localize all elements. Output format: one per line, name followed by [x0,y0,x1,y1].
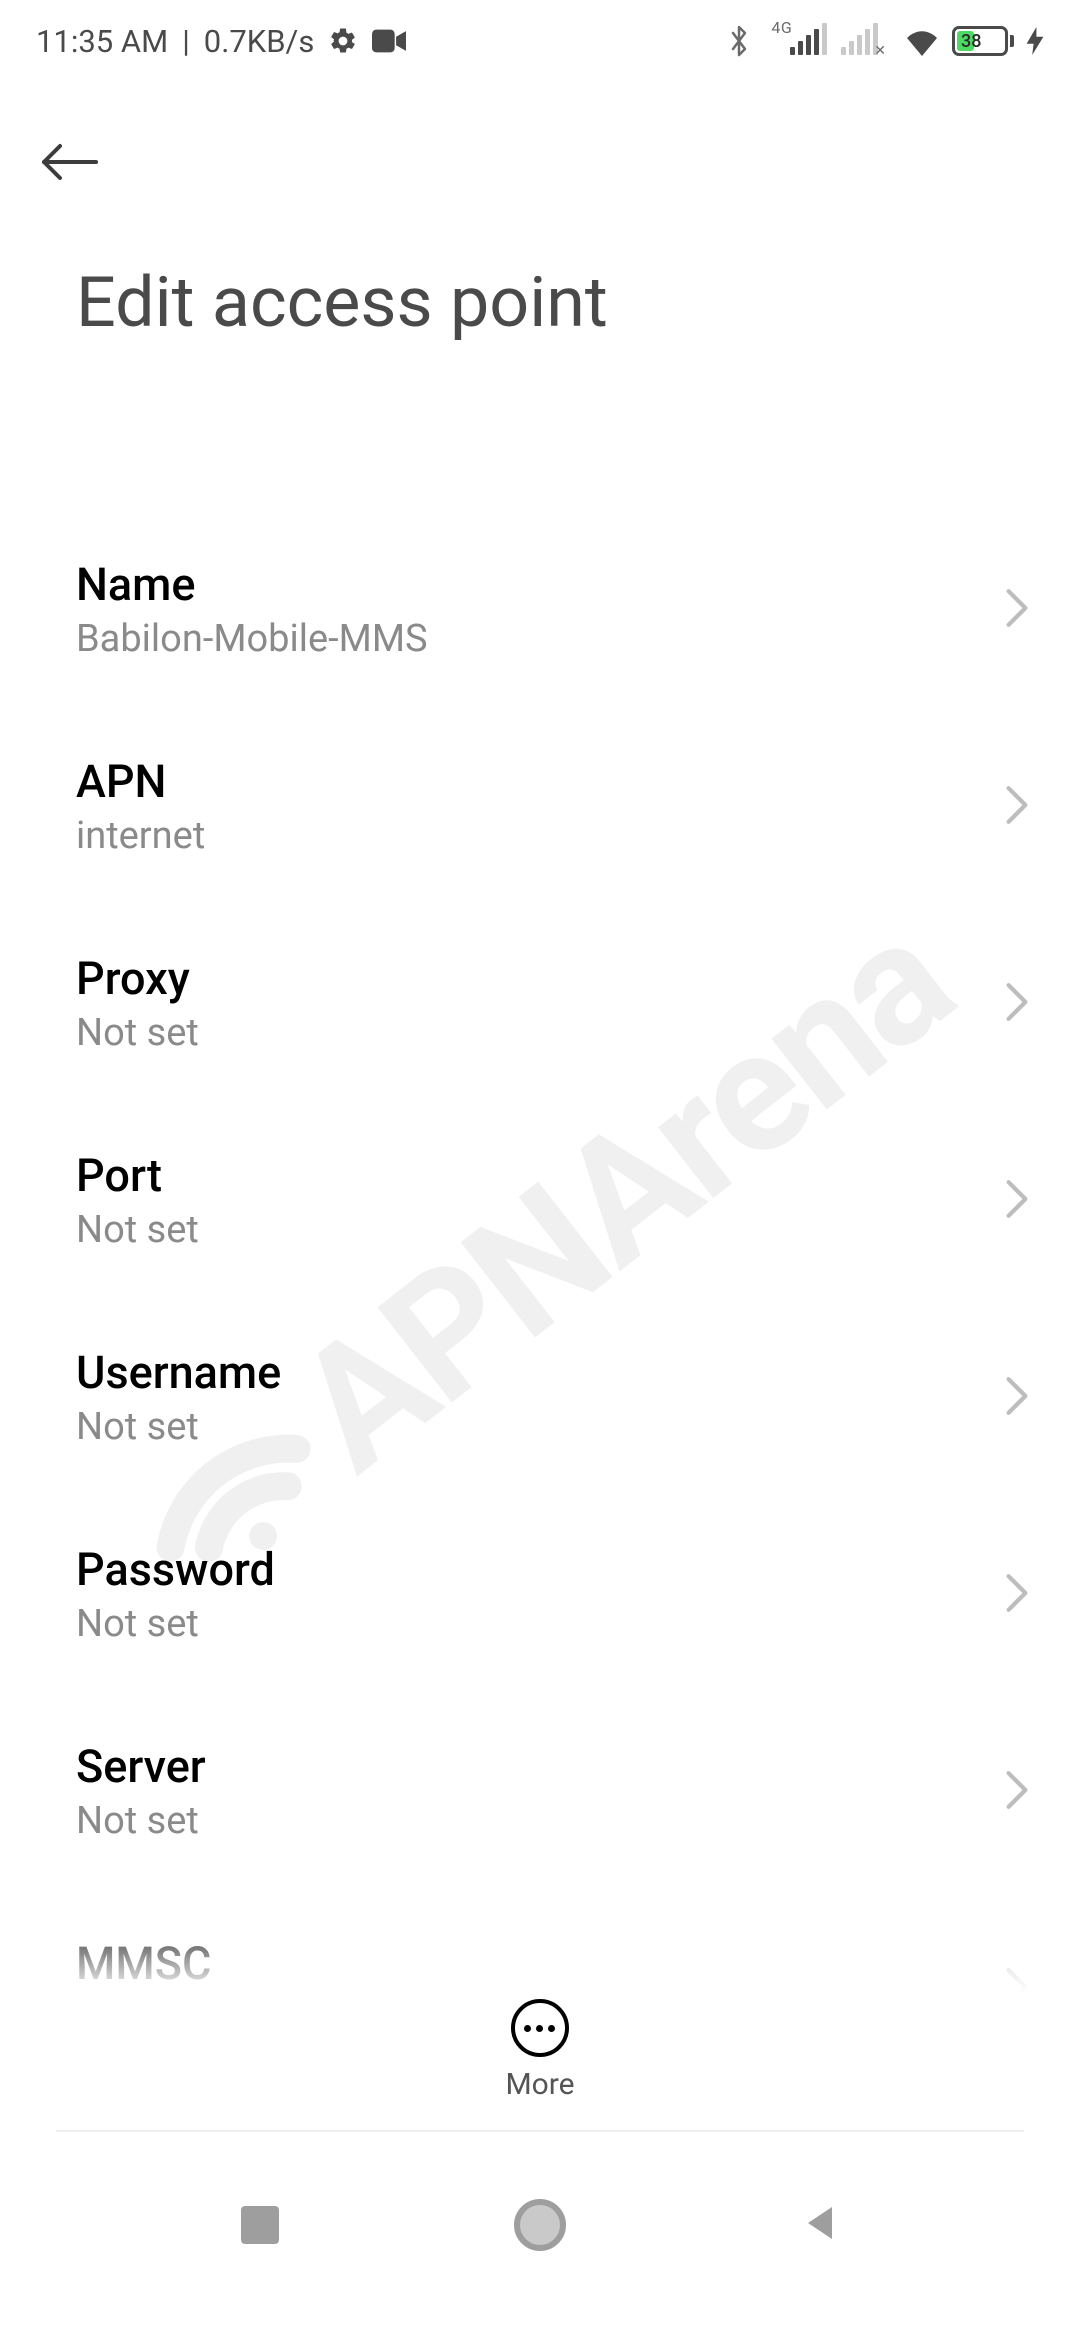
setting-label: Port [76,1149,199,1202]
chevron-right-icon [1002,587,1032,633]
setting-value: Not set [76,1799,206,1843]
battery-percent: 38 [961,31,981,52]
setting-value: Not set [76,1208,199,1252]
charging-bolt-icon [1026,27,1044,55]
signal-primary: 4G [765,27,827,55]
setting-label: Server [76,1740,206,1793]
more-label: More [505,2067,574,2102]
setting-label: APN [76,755,205,808]
setting-label: Name [76,558,428,611]
bottom-divider [56,2130,1024,2132]
chevron-right-icon [1002,1178,1032,1224]
signal-bars-icon [790,27,827,55]
square-icon [241,2206,279,2244]
video-camera-icon [372,28,406,54]
no-sim-x-icon: ✕ [874,43,886,59]
more-icon [511,1999,569,2057]
setting-value: Not set [76,1011,199,1055]
triangle-left-icon [800,2203,840,2247]
app-bar [0,82,1080,202]
status-bar-left: 11:35 AM | 0.7KB/s [36,23,406,60]
wifi-icon [904,26,940,56]
system-nav-bar [0,2140,1080,2340]
chevron-right-icon [1002,784,1032,830]
setting-row-password[interactable]: Password Not set [76,1495,1032,1692]
status-data-rate: 0.7KB/s [204,23,315,60]
setting-row-name[interactable]: Name Babilon-Mobile-MMS [76,510,1032,707]
setting-label: Proxy [76,952,199,1005]
status-bar: 11:35 AM | 0.7KB/s 4G ✕ [0,0,1080,82]
status-time: 11:35 AM [36,23,168,60]
circle-icon [514,2199,566,2251]
status-separator: | [182,23,190,60]
bluetooth-icon [725,25,753,57]
signal-4g-label: 4G [771,18,792,37]
setting-label: Username [76,1346,281,1399]
status-bar-right: 4G ✕ 38 [725,25,1044,57]
back-button[interactable] [40,122,120,202]
setting-value: Babilon-Mobile-MMS [76,617,428,661]
nav-back-button[interactable] [780,2185,860,2265]
gear-icon [328,26,358,56]
chevron-right-icon [1002,1375,1032,1421]
settings-list: Name Babilon-Mobile-MMS APN internet Pro… [0,470,1080,2126]
setting-value: Not set [76,1602,275,1646]
nav-home-button[interactable] [500,2185,580,2265]
signal-secondary: ✕ [839,27,892,55]
setting-row-apn[interactable]: APN internet [76,707,1032,904]
chevron-right-icon [1002,981,1032,1027]
page-title: Edit access point [0,202,1080,364]
battery-indicator: 38 [952,26,1014,56]
setting-value: Not set [76,1405,281,1449]
bottom-action-bar: More [0,1906,1080,2126]
more-button[interactable]: More [505,1999,574,2102]
setting-label: Password [76,1543,275,1596]
chevron-right-icon [1002,1769,1032,1815]
chevron-right-icon [1002,1572,1032,1618]
setting-row-port[interactable]: Port Not set [76,1101,1032,1298]
setting-row-proxy[interactable]: Proxy Not set [76,904,1032,1101]
signal-bars-no-sim-icon [841,27,878,55]
setting-row-server[interactable]: Server Not set [76,1692,1032,1889]
setting-value: internet [76,814,205,858]
setting-row-username[interactable]: Username Not set [76,1298,1032,1495]
nav-recents-button[interactable] [220,2185,300,2265]
